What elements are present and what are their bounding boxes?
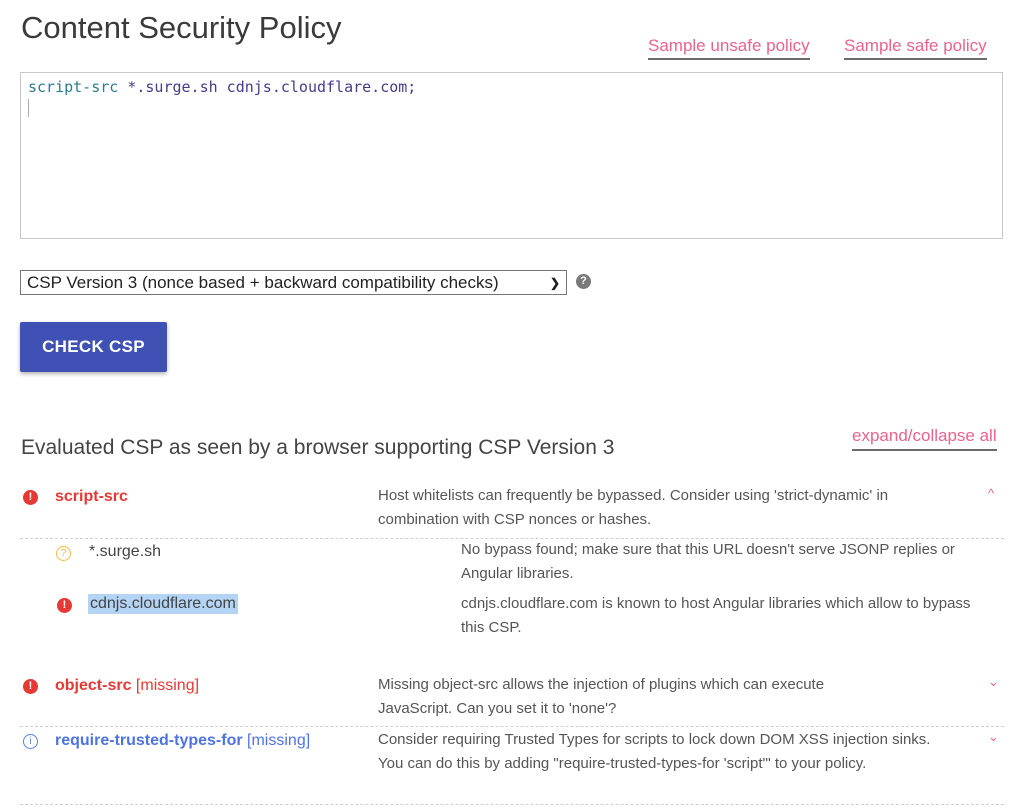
source-value: *.surge.sh	[89, 543, 162, 560]
error-icon: !	[57, 598, 72, 613]
error-icon: !	[23, 679, 38, 694]
warning-icon: ?	[56, 546, 71, 561]
policy-sources-text: *.surge.sh cdnjs.cloudflare.com;	[127, 78, 417, 96]
directive-name: script-src	[55, 488, 128, 505]
chevron-down-icon: ❯	[549, 275, 560, 290]
csp-version-select[interactable]: CSP Version 3 (nonce based + backward co…	[20, 270, 567, 295]
divider	[20, 726, 1004, 727]
source-description: cdnjs.cloudflare.com is known to host An…	[461, 595, 971, 636]
expand-collapse-all-link[interactable]: expand/collapse all	[852, 426, 997, 451]
sample-unsafe-policy-link[interactable]: Sample unsafe policy	[648, 36, 810, 60]
chevron-up-icon[interactable]: ^	[988, 486, 994, 501]
missing-badge: [missing]	[135, 677, 200, 694]
error-icon: !	[23, 490, 38, 505]
page-title: Content Security Policy	[21, 10, 342, 45]
source-description: No bypass found; make sure that this URL…	[461, 541, 955, 582]
chevron-down-icon[interactable]: ⌄	[988, 674, 999, 690]
info-icon: i	[23, 734, 38, 749]
results-title: Evaluated CSP as seen by a browser suppo…	[21, 436, 615, 459]
directive-name: object-src	[55, 677, 132, 694]
csp-policy-textarea[interactable]: script-src *.surge.sh cdnjs.cloudflare.c…	[20, 72, 1003, 239]
text-caret	[28, 99, 29, 117]
help-icon[interactable]: ?	[576, 274, 591, 289]
directive-description: Consider requiring Trusted Types for scr…	[378, 731, 931, 772]
chevron-down-icon[interactable]: ⌄	[988, 729, 999, 745]
policy-directive-text: script-src	[28, 78, 119, 96]
missing-badge: [missing]	[247, 732, 311, 749]
source-value: cdnjs.cloudflare.com	[88, 594, 238, 614]
directive-name: require-trusted-types-for	[55, 732, 243, 749]
directive-description: Missing object-src allows the injection …	[378, 676, 825, 717]
csp-version-selected: CSP Version 3 (nonce based + backward co…	[27, 272, 499, 292]
check-csp-button[interactable]: CHECK CSP	[20, 322, 167, 372]
sample-safe-policy-link[interactable]: Sample safe policy	[844, 36, 987, 60]
divider	[20, 804, 1004, 805]
directive-description: Host whitelists can frequently be bypass…	[378, 487, 889, 528]
